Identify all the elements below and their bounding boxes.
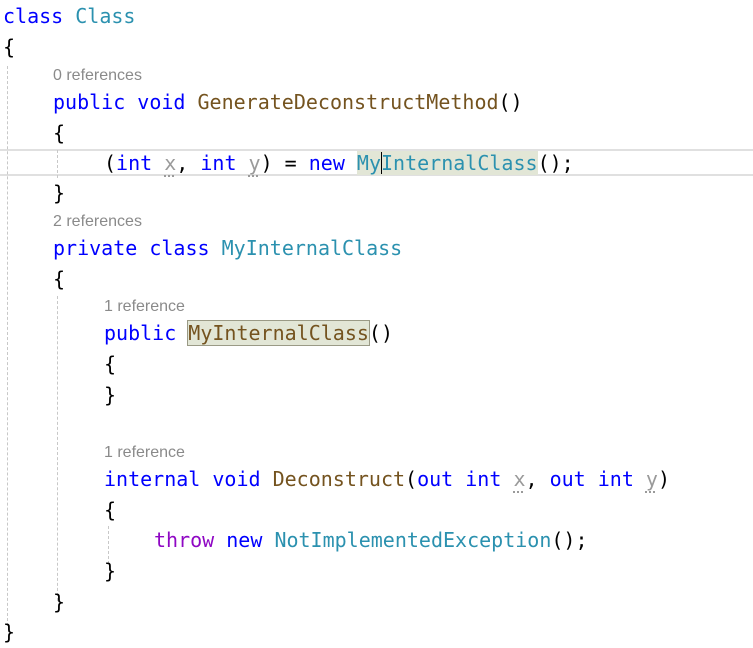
brace: { — [53, 267, 66, 291]
class-name[interactable]: Class — [75, 4, 135, 28]
keyword-class: class — [3, 4, 64, 28]
codelens-references[interactable]: 1 reference — [104, 444, 185, 462]
keyword-out: out — [549, 467, 586, 491]
method-name[interactable]: Deconstruct — [273, 467, 405, 491]
keyword-private: private — [53, 236, 138, 260]
comma: , — [176, 151, 189, 175]
parens: () — [498, 90, 523, 114]
method-name[interactable]: GenerateDeconstructMethod — [198, 90, 499, 114]
code-line: { — [104, 498, 116, 522]
code-line: (int x, int y) = new MyInternalClass(); — [104, 151, 574, 175]
comma: , — [525, 467, 538, 491]
paren: ( — [104, 151, 117, 175]
type-name[interactable]: NotImplementedException — [274, 528, 551, 552]
keyword-public: public — [104, 321, 177, 345]
keyword-void: void — [137, 90, 186, 114]
keyword-int: int — [200, 151, 237, 175]
keyword-int: int — [597, 467, 634, 491]
code-line: { — [53, 267, 65, 291]
brace: } — [53, 181, 66, 205]
codelens-references[interactable]: 2 references — [53, 213, 142, 231]
keyword-out: out — [417, 467, 454, 491]
variable-x[interactable]: x — [164, 151, 176, 175]
code-line: } — [53, 181, 65, 205]
paren: ( — [405, 467, 418, 491]
code-line: public MyInternalClass() — [104, 320, 394, 346]
code-line: } — [104, 559, 116, 583]
brace: { — [104, 352, 117, 376]
class-name[interactable]: MyInternalClass — [222, 236, 403, 260]
type-name-part: InternalClass — [381, 151, 538, 175]
paren: ) — [657, 467, 671, 491]
assignment: ) = — [260, 151, 297, 175]
parameter-y[interactable]: y — [646, 467, 658, 491]
variable-y[interactable]: y — [249, 151, 261, 175]
keyword-public: public — [53, 90, 126, 114]
code-line: class Class — [3, 4, 135, 28]
brace: } — [104, 559, 117, 583]
reference-highlight[interactable]: MyInternalClass — [356, 151, 538, 175]
call-end: (); — [551, 528, 588, 552]
code-line: } — [104, 383, 116, 407]
code-editor[interactable]: class Class { 0 references public void G… — [0, 0, 753, 648]
brace: } — [3, 620, 16, 644]
codelens-references[interactable]: 0 references — [53, 67, 142, 85]
keyword-new: new — [226, 528, 263, 552]
keyword-throw: throw — [154, 528, 215, 552]
keyword-int: int — [465, 467, 502, 491]
keyword-int: int — [116, 151, 153, 175]
brace: { — [53, 121, 66, 145]
code-line: { — [53, 121, 65, 145]
type-name-part: My — [356, 151, 382, 175]
keyword-void: void — [212, 467, 261, 491]
brace: } — [104, 383, 117, 407]
code-line: { — [104, 352, 116, 376]
indent-guide — [57, 296, 58, 601]
code-line: public void GenerateDeconstructMethod() — [53, 90, 523, 114]
parameter-x[interactable]: x — [513, 467, 525, 491]
code-line: private class MyInternalClass — [53, 236, 402, 260]
definition-highlight[interactable]: MyInternalClass — [187, 320, 370, 346]
parens: () — [368, 321, 394, 345]
indent-guide — [57, 150, 58, 178]
code-line: throw new NotImplementedException(); — [154, 528, 588, 552]
code-line: } — [3, 620, 15, 644]
keyword-class: class — [149, 236, 210, 260]
code-line: { — [3, 35, 15, 59]
brace: { — [3, 35, 16, 59]
code-line: internal void Deconstruct(out int x, out… — [104, 467, 670, 491]
call-end: (); — [537, 151, 574, 175]
codelens-references[interactable]: 1 reference — [104, 298, 185, 316]
code-line: } — [53, 590, 65, 614]
brace: } — [53, 590, 66, 614]
indent-guide — [7, 66, 8, 626]
brace: { — [104, 498, 117, 522]
keyword-new: new — [308, 151, 345, 175]
keyword-internal: internal — [104, 467, 201, 491]
